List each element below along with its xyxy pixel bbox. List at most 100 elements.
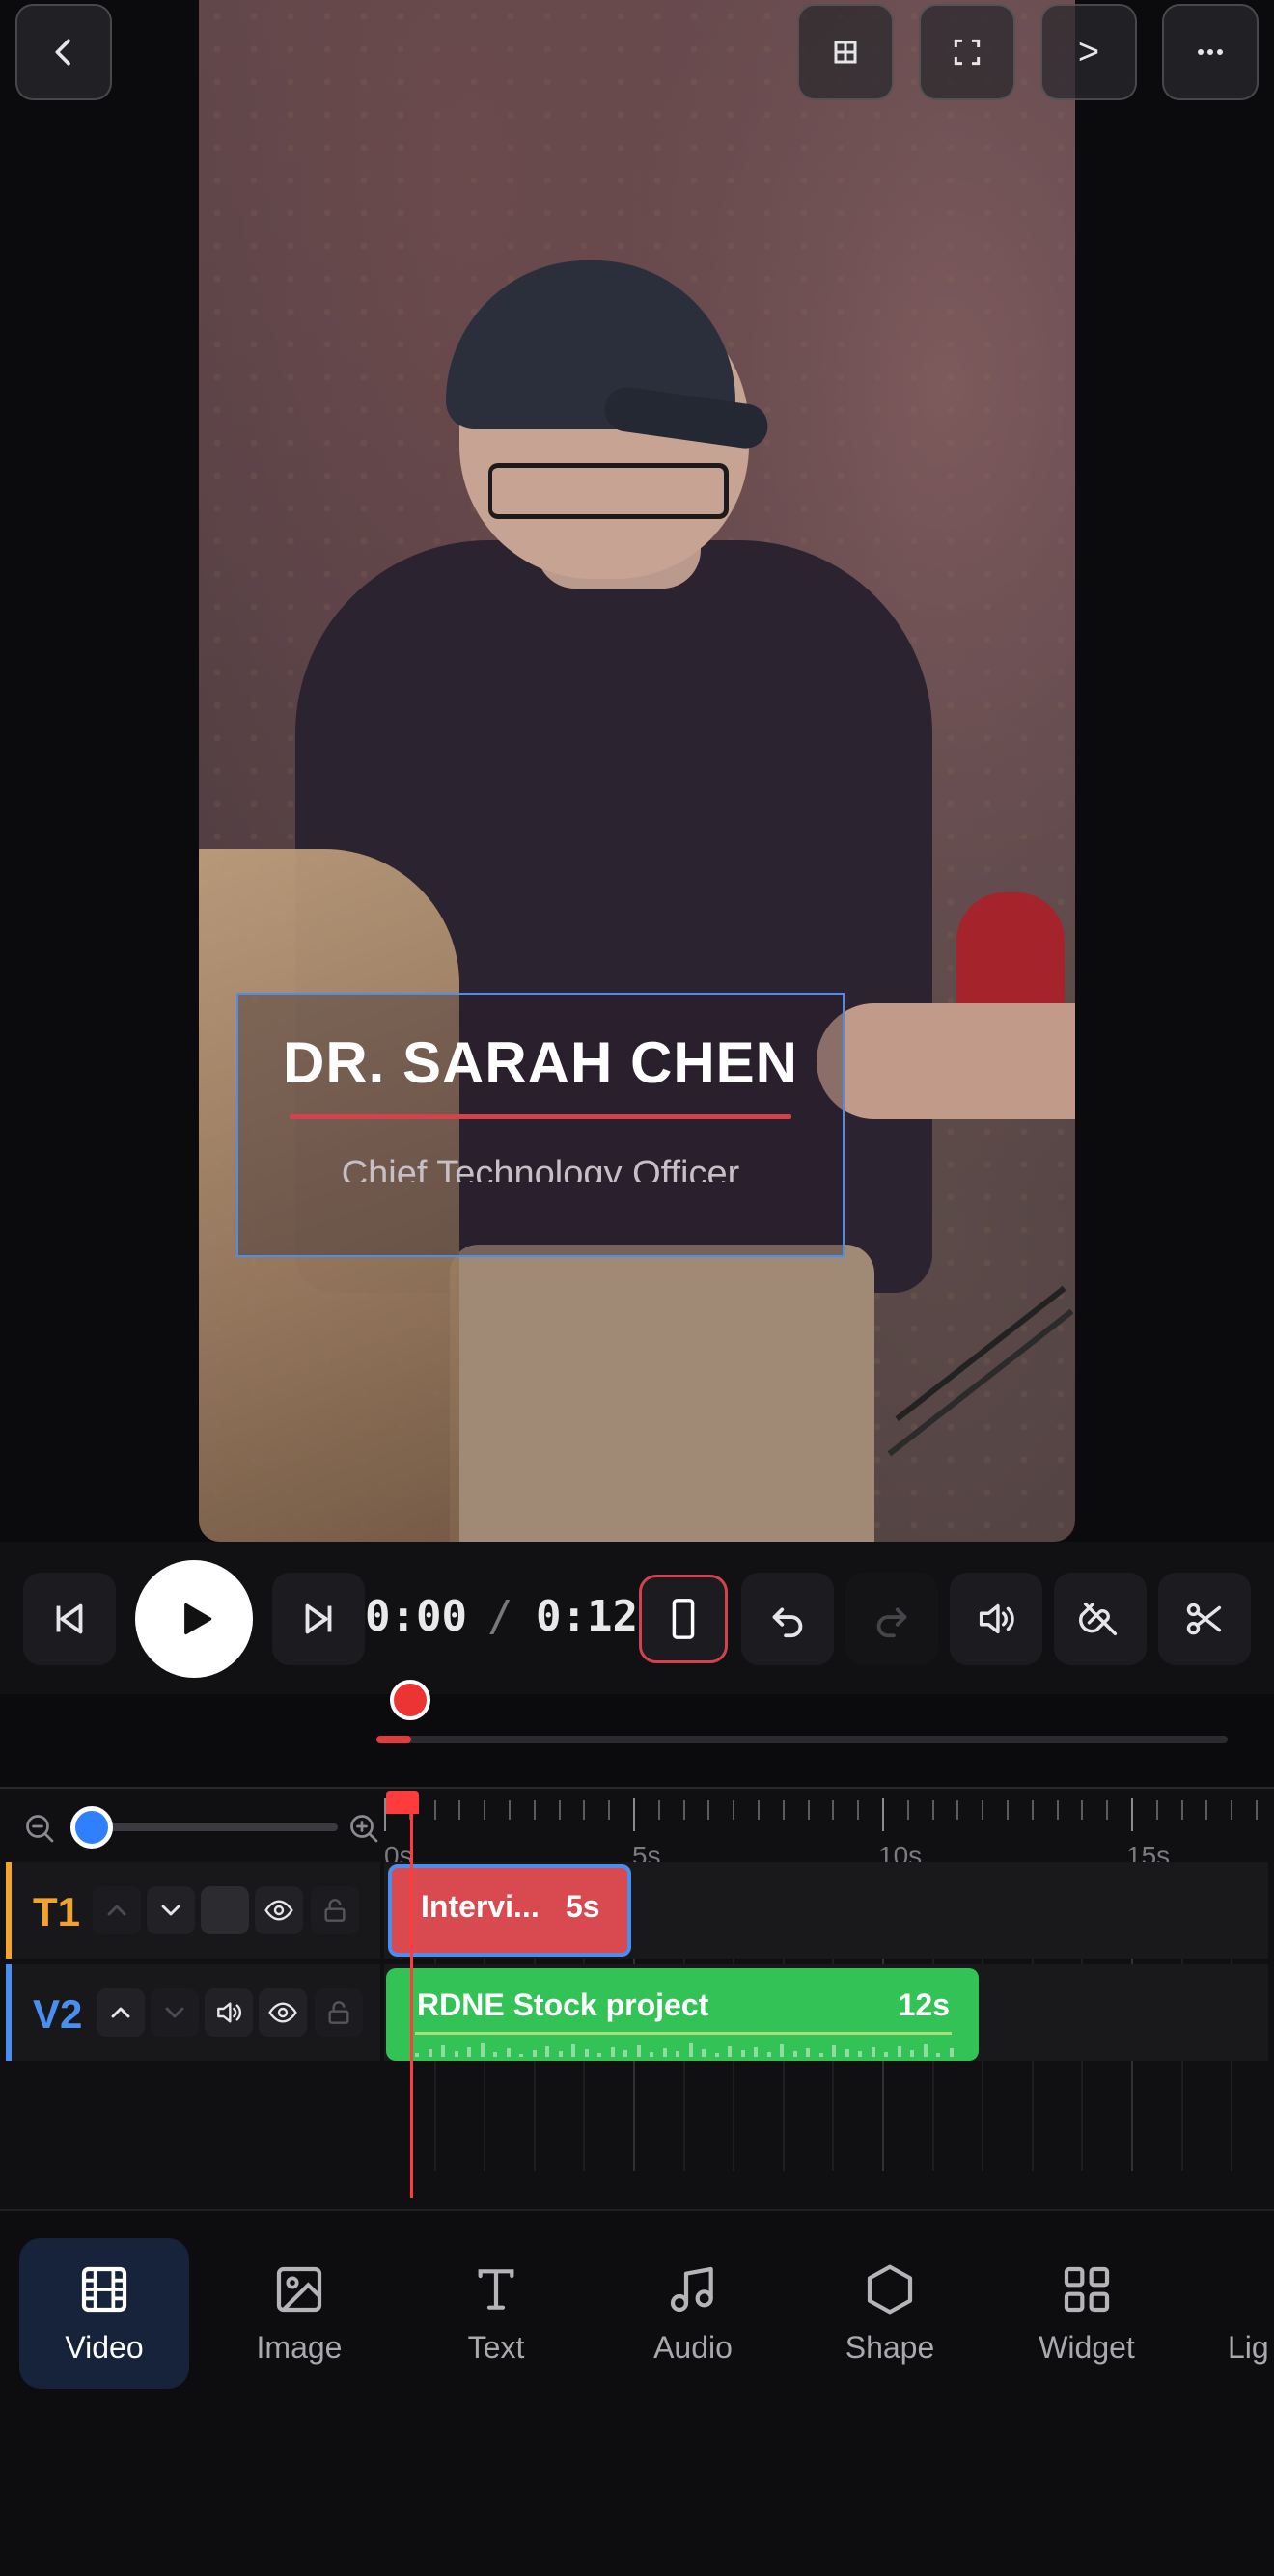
skip-to-end-button[interactable] — [272, 1573, 365, 1665]
waveform-bar — [910, 2050, 914, 2057]
eye-icon — [268, 2002, 297, 2023]
ruler-tick — [906, 1800, 909, 1820]
magnet-off-icon — [1078, 1602, 1118, 1636]
scrubber-track[interactable] — [376, 1736, 1228, 1743]
nav-audio[interactable]: Audio — [608, 2238, 778, 2389]
waveform-bar — [949, 2048, 954, 2057]
overlay-role: Chief Technology Officer — [341, 1154, 740, 1182]
video-preview[interactable] — [199, 0, 1075, 1542]
waveform-bar — [519, 2054, 523, 2057]
nav-light[interactable]: Lig — [1187, 2238, 1274, 2389]
volume-button[interactable] — [950, 1573, 1042, 1665]
playhead-handle[interactable] — [386, 1791, 419, 1814]
expand-icon — [954, 39, 981, 66]
zoom-slider-handle[interactable] — [70, 1806, 113, 1849]
track-audio-button[interactable] — [205, 1988, 253, 2037]
music-icon — [670, 2266, 713, 2312]
split-button[interactable] — [1158, 1573, 1251, 1665]
waveform-bar — [740, 2050, 745, 2057]
ruler-tick — [1007, 1800, 1009, 1820]
track-visibility-button[interactable] — [259, 1988, 307, 2037]
hexagon-icon — [867, 2264, 913, 2314]
ruler-tick — [533, 1800, 536, 1820]
track-mute-placeholder — [201, 1886, 249, 1934]
next-button[interactable]: > — [1040, 4, 1137, 100]
track-move-up-button[interactable] — [97, 1988, 145, 2037]
track-visibility-button[interactable] — [255, 1886, 303, 1934]
undo-button[interactable] — [741, 1573, 834, 1665]
skip-forward-icon — [305, 1603, 332, 1634]
grid-icon — [834, 41, 857, 64]
nav-widget-label: Widget — [1039, 2329, 1135, 2365]
skip-back-icon — [56, 1603, 83, 1634]
nav-video[interactable]: Video — [19, 2238, 189, 2389]
grid-toggle-button[interactable] — [797, 4, 894, 100]
ruler-tick — [633, 1798, 635, 1831]
track-label-t1: T1 — [33, 1889, 81, 1934]
waveform-bar — [728, 2046, 732, 2057]
waveform-bar — [871, 2047, 875, 2057]
nav-widget[interactable]: Widget — [1002, 2238, 1172, 2389]
scrubber-progress — [376, 1736, 411, 1743]
track-move-up-button[interactable] — [93, 1886, 141, 1934]
waveform-bar — [428, 2049, 432, 2057]
play-button[interactable] — [135, 1560, 253, 1678]
unlock-icon — [328, 2001, 349, 2024]
waveform-bar — [454, 2051, 458, 2057]
track-lock-button[interactable] — [311, 1886, 359, 1934]
snap-toggle-button[interactable] — [1054, 1573, 1147, 1665]
text-clip-duration: 5s — [566, 1889, 600, 1924]
waveform-bar — [571, 2044, 575, 2057]
waveform-bar — [702, 2049, 706, 2057]
ruler-tick — [982, 1800, 984, 1820]
waveform-bar — [806, 2048, 810, 2057]
text-clip[interactable]: Intervi... 5s — [388, 1864, 631, 1957]
video-clip-waveform — [415, 2038, 954, 2057]
zoom-slider-track[interactable] — [77, 1823, 338, 1831]
ruler-tick — [931, 1800, 934, 1820]
time-separator: / — [487, 1592, 513, 1641]
video-clip[interactable]: RDNE Stock project 12s — [386, 1968, 979, 2061]
portrait-frame-icon — [672, 1599, 695, 1639]
ruler-tick — [458, 1800, 461, 1820]
waveform-bar — [754, 2047, 758, 2057]
nav-audio-label: Audio — [653, 2329, 733, 2365]
waveform-bar — [623, 2050, 627, 2057]
fullscreen-button[interactable] — [919, 4, 1015, 100]
back-button[interactable] — [15, 4, 112, 100]
nav-image[interactable]: Image — [214, 2238, 384, 2389]
track-move-down-button[interactable] — [147, 1886, 195, 1934]
ruler-tick — [682, 1800, 685, 1820]
volume-icon — [979, 1603, 1014, 1634]
waveform-bar — [936, 2053, 940, 2057]
nav-video-label: Video — [65, 2329, 144, 2365]
more-options-button[interactable] — [1162, 4, 1259, 100]
lower-third-overlay[interactable]: DR. SARAH CHEN Chief Technology Officer — [236, 993, 845, 1257]
subject-glasses — [488, 463, 729, 519]
scissors-icon — [1186, 1603, 1222, 1635]
track-lock-button[interactable] — [315, 1988, 363, 2037]
waveform-bar — [506, 2048, 511, 2057]
skip-to-start-button[interactable] — [23, 1573, 116, 1665]
waveform-bar — [584, 2049, 589, 2057]
chevron-up-icon — [111, 2007, 130, 2018]
next-label: > — [1077, 31, 1100, 72]
zoom-in-icon[interactable] — [347, 1812, 382, 1847]
playhead-line[interactable] — [410, 1793, 413, 2198]
ruler-tick — [782, 1800, 785, 1820]
zoom-out-icon[interactable] — [23, 1812, 58, 1847]
eye-icon — [264, 1900, 293, 1921]
nav-text[interactable]: Text — [411, 2238, 581, 2389]
redo-button[interactable] — [845, 1573, 938, 1665]
track-move-down-button[interactable] — [151, 1988, 199, 2037]
ruler-tick — [1031, 1800, 1034, 1820]
aspect-ratio-button[interactable] — [639, 1575, 728, 1663]
ruler-tick — [1231, 1800, 1233, 1820]
nav-shape[interactable]: Shape — [805, 2238, 975, 2389]
track-accent-v2 — [6, 1964, 12, 2061]
scrubber-handle[interactable] — [390, 1680, 430, 1720]
chevron-down-icon — [161, 1905, 180, 1916]
ruler-tick — [608, 1800, 611, 1820]
waveform-bar — [597, 2053, 601, 2057]
ruler-tick — [857, 1800, 860, 1820]
